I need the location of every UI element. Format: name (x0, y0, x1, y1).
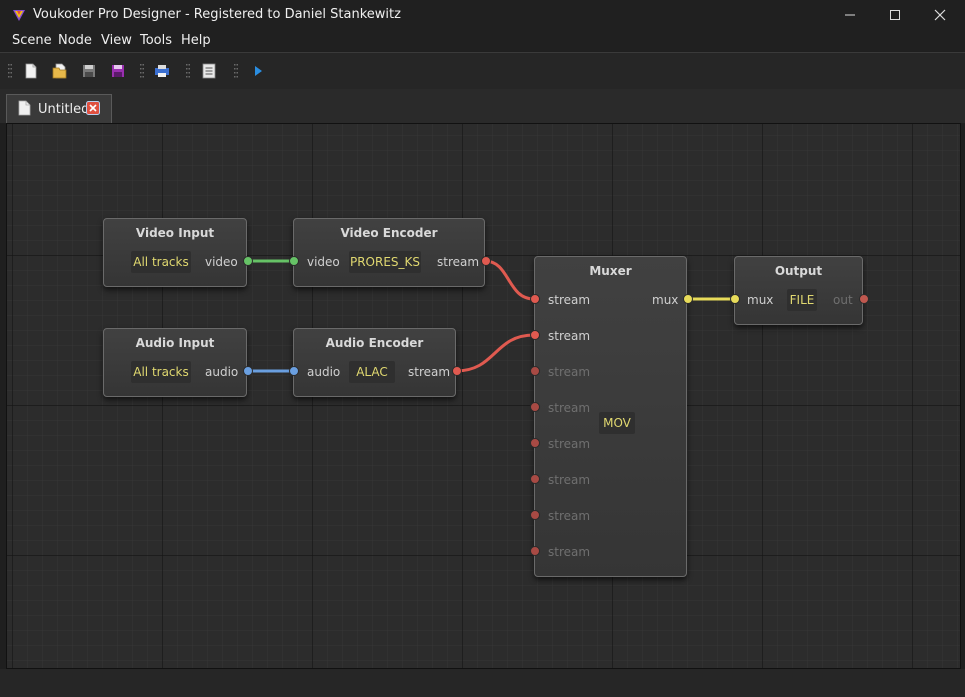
node-title: Video Input (135, 226, 215, 240)
video-encoder-node[interactable]: Video Encoder video PRORES_KS stream (289, 218, 491, 287)
minimize-button[interactable] (827, 0, 873, 30)
tab-label: Untitled (38, 102, 90, 117)
toolbar (0, 52, 965, 90)
port-label-stream: stream (548, 329, 591, 343)
audio-encoder-node[interactable]: Audio Encoder audio ALAC stream (289, 328, 462, 397)
audio-output-port[interactable] (243, 366, 253, 376)
app-logo-icon (13, 10, 25, 21)
port-label-stream: stream (437, 255, 480, 269)
muxer-stream-input-port[interactable] (530, 438, 540, 448)
document-icon (18, 100, 31, 116)
muxer-stream-input-port[interactable] (530, 510, 540, 520)
tab-bar: Untitled (0, 89, 965, 123)
muxer-format-value[interactable]: MOV (599, 412, 635, 434)
muxer-stream-input-port[interactable] (530, 330, 540, 340)
video-output-port[interactable] (243, 256, 253, 266)
toolbar-grip-icon[interactable] (186, 63, 190, 81)
play-icon[interactable] (249, 62, 267, 80)
audio-input-port[interactable] (289, 366, 299, 376)
muxer-node[interactable]: Muxer stream stream stream stream stream… (530, 256, 693, 577)
close-icon[interactable] (86, 101, 100, 115)
close-window-button[interactable] (917, 0, 963, 30)
muxer-stream-input-port[interactable] (530, 546, 540, 556)
video-codec-value[interactable]: PRORES_KS (349, 251, 421, 273)
muxer-stream-input-port[interactable] (530, 402, 540, 412)
port-label-stream: stream (548, 437, 591, 451)
mux-input-port[interactable] (730, 294, 740, 304)
muxer-stream-input-port[interactable] (530, 366, 540, 376)
menu-help[interactable]: Help (181, 33, 211, 48)
audio-codec-value[interactable]: ALAC (349, 361, 395, 383)
output-node[interactable]: Output mux FILE out (730, 256, 869, 325)
output-file-value[interactable]: FILE (787, 289, 817, 311)
port-label-video: video (205, 255, 238, 269)
minimize-icon (845, 14, 855, 16)
tab-untitled[interactable]: Untitled (6, 94, 112, 123)
audio-input-node[interactable]: Audio Input All tracks audio (103, 328, 253, 397)
video-input-port[interactable] (289, 256, 299, 266)
port-label-stream: stream (548, 473, 591, 487)
document-icon[interactable] (200, 62, 218, 80)
port-label-mux: mux (652, 293, 679, 307)
window-title: Voukoder Pro Designer - Registered to Da… (33, 7, 401, 22)
port-label-mux: mux (747, 293, 774, 307)
port-label-audio: audio (307, 365, 341, 379)
properties-icon[interactable] (153, 62, 171, 80)
maximize-icon (890, 10, 900, 20)
menu-bar: Scene Node View Tools Help (0, 30, 965, 51)
port-label-stream: stream (548, 401, 591, 415)
node-title: Audio Input (135, 336, 215, 350)
mux-output-port[interactable] (683, 294, 693, 304)
node-title: Muxer (589, 264, 632, 278)
port-label-stream: stream (408, 365, 451, 379)
menu-tools[interactable]: Tools (140, 33, 172, 48)
port-label-video: video (307, 255, 340, 269)
video-input-tracks-value[interactable]: All tracks (131, 251, 191, 273)
video-input-node[interactable]: Video Input All tracks video (103, 218, 253, 287)
toolbar-grip-icon[interactable] (8, 63, 12, 81)
new-file-icon[interactable] (22, 62, 40, 80)
audio-input-tracks-value[interactable]: All tracks (131, 361, 191, 383)
maximize-button[interactable] (872, 0, 918, 30)
menu-node[interactable]: Node (58, 33, 92, 48)
file-output-port[interactable] (859, 294, 869, 304)
status-bar (0, 669, 965, 697)
video-stream-output-port[interactable] (481, 256, 491, 266)
muxer-stream-input-port[interactable] (530, 294, 540, 304)
port-label-stream: stream (548, 509, 591, 523)
node-title: Video Encoder (340, 226, 438, 240)
port-label-stream: stream (548, 293, 591, 307)
close-icon (934, 9, 946, 21)
toolbar-grip-icon[interactable] (140, 63, 144, 81)
title-bar: Voukoder Pro Designer - Registered to Da… (0, 0, 965, 30)
node-title: Output (774, 264, 823, 278)
port-label-stream: stream (548, 365, 591, 379)
port-label-stream: stream (548, 545, 591, 559)
save-as-icon[interactable] (109, 62, 127, 80)
port-label-out: out (833, 293, 853, 307)
toolbar-grip-icon[interactable] (234, 63, 238, 81)
menu-scene[interactable]: Scene (12, 33, 52, 48)
node-title: Audio Encoder (325, 336, 424, 350)
muxer-stream-input-port[interactable] (530, 474, 540, 484)
menu-view[interactable]: View (101, 33, 132, 48)
open-folder-icon[interactable] (51, 62, 69, 80)
save-icon[interactable] (80, 62, 98, 80)
node-canvas[interactable]: Video Input All tracks video Audio Input… (6, 123, 961, 669)
port-label-audio: audio (205, 365, 239, 379)
audio-stream-output-port[interactable] (452, 366, 462, 376)
